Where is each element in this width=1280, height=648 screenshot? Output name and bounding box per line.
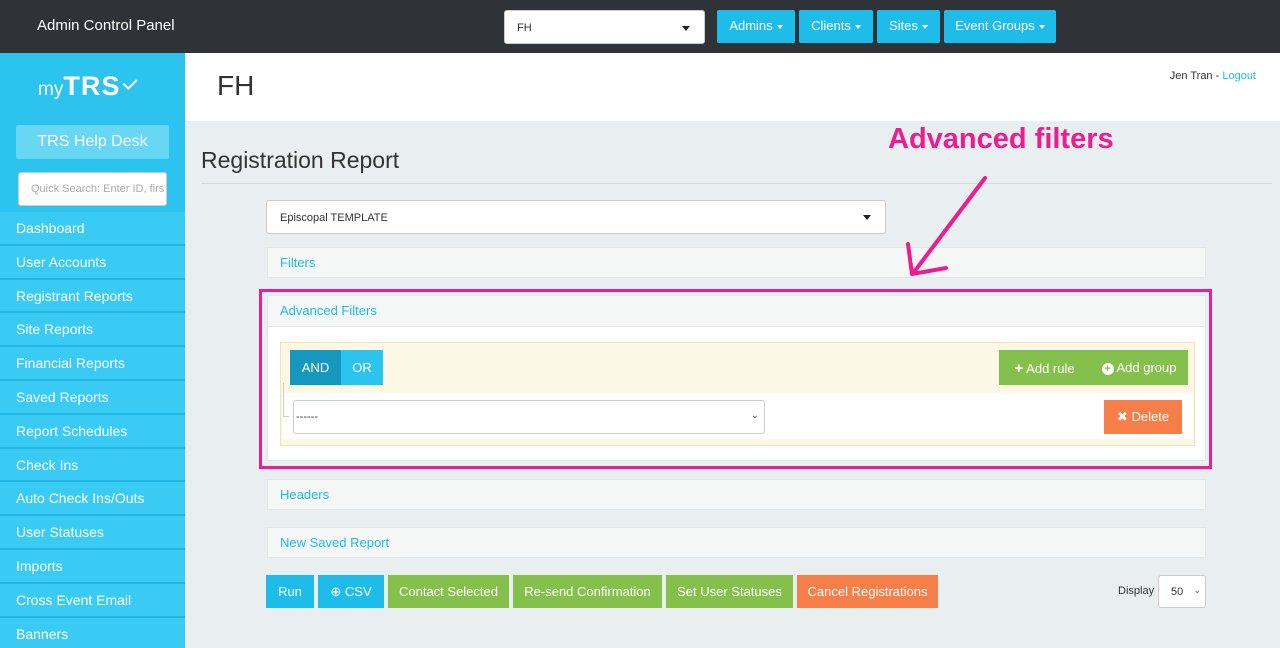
chevron-updown-icon: ⌄ [1193, 585, 1201, 595]
resend-confirmation-button[interactable]: Re-send Confirmation [513, 575, 662, 608]
display-label: Display [1118, 585, 1155, 597]
sidebar-item-check-ins[interactable]: Check Ins [0, 448, 185, 483]
csv-label: CSV [344, 584, 372, 599]
run-button[interactable]: Run [266, 575, 314, 608]
sidebar-item-dashboard[interactable]: Dashboard [0, 212, 185, 246]
mytrs-logo[interactable]: myTRS [38, 71, 138, 102]
annotation-highlight-box [259, 289, 1212, 469]
sidebar-item-user-statuses[interactable]: User Statuses [0, 516, 185, 550]
caret-down-icon [863, 215, 871, 220]
sidebar-item-imports[interactable]: Imports [0, 549, 185, 584]
event-groups-menu-label: Event Groups [955, 18, 1035, 33]
sidebar-item-financial-reports[interactable]: Financial Reports [0, 347, 185, 381]
sidebar-item-banners[interactable]: Banners [0, 617, 185, 648]
contact-selected-button[interactable]: Contact Selected [388, 575, 509, 608]
client-title: FH [217, 70, 255, 101]
divider [201, 183, 1272, 184]
sidebar-item-cross-event-email[interactable]: Cross Event Email [0, 583, 185, 618]
user-separator: - [1212, 70, 1223, 82]
logo-prefix: my [38, 79, 64, 100]
annotation-label: Advanced filters [888, 123, 1114, 155]
caret-down-icon [776, 24, 783, 29]
caret-down-icon [682, 26, 690, 31]
new-saved-report-panel-header[interactable]: New Saved Report [267, 527, 1206, 558]
report-template-select[interactable]: Episcopal TEMPLATE [266, 200, 886, 234]
page-header: FH Jen Tran - Logout [185, 53, 1280, 121]
sidebar-item-auto-check-ins-outs[interactable]: Auto Check Ins/Outs [0, 482, 185, 517]
display-count-value: 50 [1171, 586, 1184, 598]
logout-link[interactable]: Logout [1222, 70, 1256, 82]
user-info: Jen Tran - Logout [1170, 70, 1256, 82]
clients-menu-label: Clients [811, 18, 851, 33]
sites-menu-button[interactable]: Sites [877, 10, 940, 43]
clients-menu-button[interactable]: Clients [799, 10, 873, 43]
headers-panel-header[interactable]: Headers [267, 479, 1206, 510]
sidebar-menu: Dashboard User Accounts Registrant Repor… [0, 212, 185, 648]
client-select-value: FH [517, 22, 532, 34]
sidebar-item-report-schedules[interactable]: Report Schedules [0, 414, 185, 449]
client-select[interactable]: FH [504, 10, 705, 44]
page-title: Registration Report [201, 147, 400, 173]
report-template-value: Episcopal TEMPLATE [280, 212, 388, 224]
sidebar: myTRS TRS Help Desk Quick Search: Enter … [0, 53, 185, 648]
sidebar-item-registrant-reports[interactable]: Registrant Reports [0, 279, 185, 314]
set-user-statuses-button[interactable]: Set User Statuses [666, 575, 793, 608]
sidebar-item-saved-reports[interactable]: Saved Reports [0, 380, 185, 415]
filters-panel-header[interactable]: Filters [267, 247, 1206, 278]
sites-menu-label: Sites [889, 18, 918, 33]
csv-button[interactable]: ⊕ CSV [318, 575, 384, 608]
display-count-select[interactable]: 50 ⌄ [1158, 575, 1206, 608]
admins-menu-button[interactable]: Admins [717, 10, 795, 43]
admins-menu-label: Admins [729, 18, 773, 33]
download-icon: ⊕ [330, 584, 345, 599]
help-desk-button[interactable]: TRS Help Desk [16, 125, 169, 159]
check-icon [122, 75, 138, 90]
annotation-arrow-icon [906, 176, 987, 276]
app-title: Admin Control Panel [37, 17, 175, 34]
caret-down-icon [854, 24, 861, 29]
top-bar: Admin Control Panel FH Admins Clients Si… [0, 0, 1280, 53]
quick-search-input[interactable]: Quick Search: Enter ID, firs [18, 172, 167, 206]
sidebar-item-user-accounts[interactable]: User Accounts [0, 245, 185, 280]
user-name: Jen Tran [1169, 70, 1213, 82]
sidebar-item-site-reports[interactable]: Site Reports [0, 313, 185, 348]
logo-brand: TRS [63, 71, 121, 101]
caret-down-icon [1038, 24, 1045, 29]
cancel-registrations-button[interactable]: Cancel Registrations [797, 575, 938, 608]
event-groups-menu-button[interactable]: Event Groups [944, 10, 1056, 43]
caret-down-icon [921, 24, 928, 29]
